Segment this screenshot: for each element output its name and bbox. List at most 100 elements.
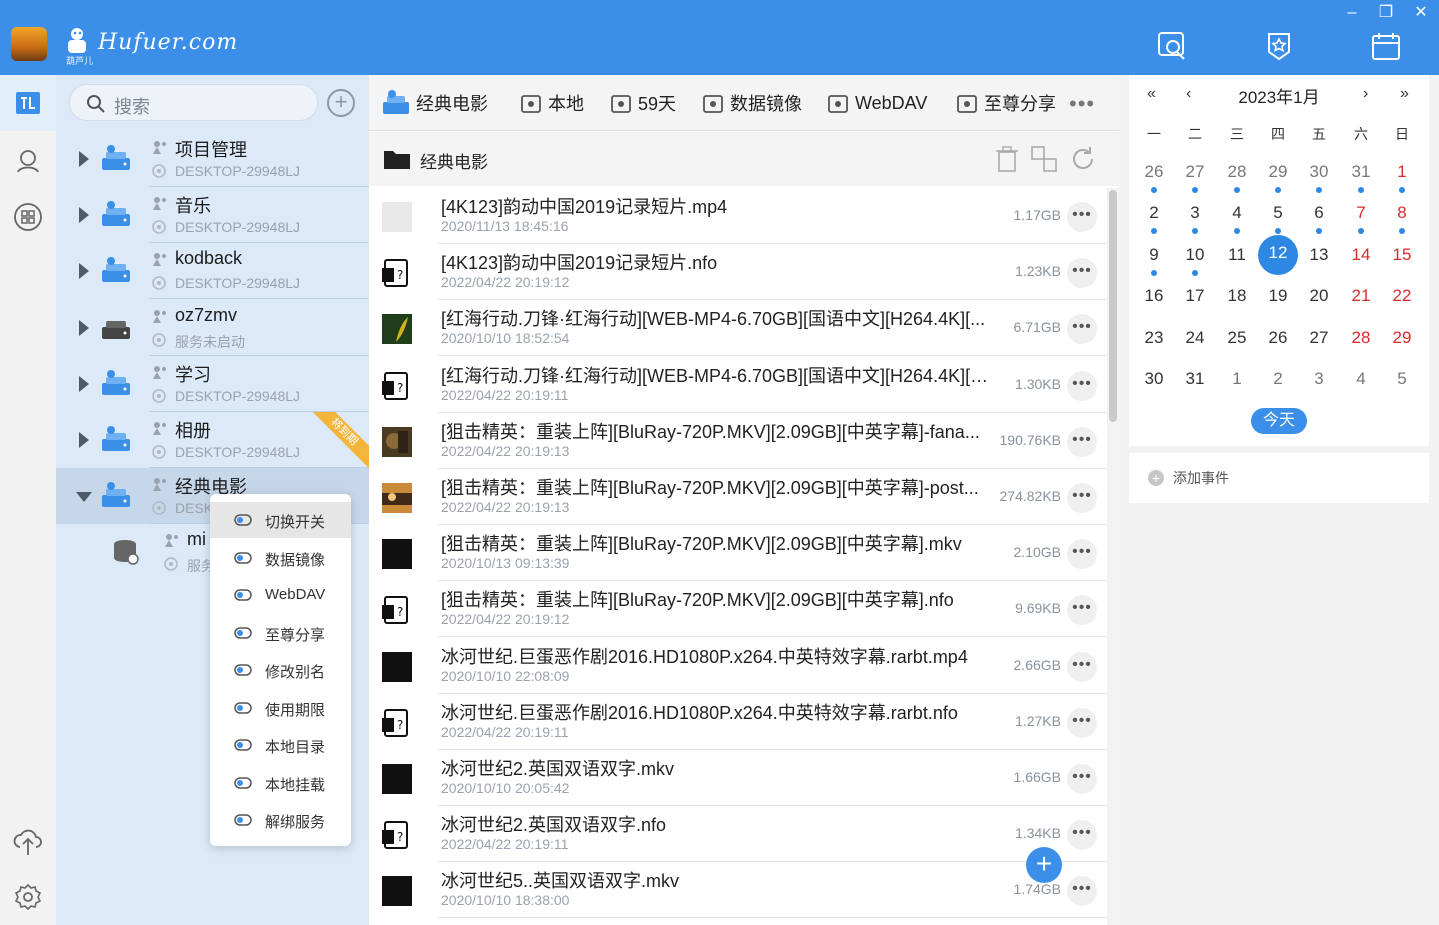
calendar-day[interactable]: 3 <box>1301 364 1337 400</box>
file-more-button[interactable]: ••• <box>1067 651 1097 682</box>
file-more-button[interactable]: ••• <box>1067 202 1097 232</box>
tab-5[interactable]: 至尊分享 <box>956 89 1056 117</box>
file-name[interactable]: 冰河世纪.巨蛋恶作剧2016.HD1080P.x264.中英特效字幕.rarbt… <box>441 643 989 669</box>
calendar-day[interactable]: 1 <box>1219 364 1255 400</box>
calendar-day[interactable]: 5 <box>1384 364 1420 400</box>
file-row[interactable]: [狙击精英：重装上阵][BluRay-720P.MKV][2.09GB][中英字… <box>369 525 1117 582</box>
calendar-day-number[interactable]: 1 <box>1232 369 1241 388</box>
add-device-button[interactable]: + <box>327 89 355 117</box>
file-row[interactable]: ? [狙击精英：重装上阵][BluRay-720P.MKV][2.09GB][中英… <box>369 581 1117 638</box>
calendar-day[interactable]: 10 <box>1177 240 1213 276</box>
expand-arrow-icon[interactable] <box>79 432 89 448</box>
calendar-day-number[interactable]: 1 <box>1397 162 1406 181</box>
file-name[interactable]: [红海行动.刀锋·红海行动][WEB-MP4-6.70GB][国语中文][H26… <box>441 305 989 331</box>
calendar-day[interactable]: 5 <box>1260 198 1296 235</box>
calendar-day-number[interactable]: 5 <box>1273 203 1282 222</box>
calendar-day-number[interactable]: 3 <box>1314 369 1323 388</box>
expand-arrow-icon[interactable] <box>79 376 89 392</box>
calendar-day-number[interactable]: 13 <box>1310 245 1329 264</box>
calendar-day[interactable]: 9 <box>1136 240 1172 276</box>
file-name[interactable]: [4K123]韵动中国2019记录短片.nfo <box>441 249 989 275</box>
calendar-day-number[interactable]: 9 <box>1149 245 1158 264</box>
calendar-icon[interactable] <box>1370 30 1402 62</box>
file-row[interactable]: ? 冰河世纪2.英国双语双字.nfo 2022/04/22 20:19:11 1.34… <box>369 806 1117 863</box>
calendar-day[interactable]: 29 <box>1260 157 1296 193</box>
calendar-day-number[interactable]: 26 <box>1145 162 1164 181</box>
calendar-day-number[interactable]: 16 <box>1145 286 1164 305</box>
expand-arrow-icon[interactable] <box>79 151 89 167</box>
calendar-day-number[interactable]: 6 <box>1314 203 1323 222</box>
calendar-day-number[interactable]: 27 <box>1310 328 1329 347</box>
calendar-day[interactable]: 25 <box>1219 323 1255 359</box>
file-row[interactable]: [红海行动.刀锋·红海行动][WEB-MP4-6.70GB][国语中文][H26… <box>369 300 1117 357</box>
calendar-day-number[interactable]: 5 <box>1397 369 1406 388</box>
calendar-day-number[interactable]: 31 <box>1352 162 1371 181</box>
file-name[interactable]: 冰河世纪2.英国双语双字.mkv <box>441 755 989 781</box>
file-row[interactable]: ? 冰河世纪.巨蛋恶作剧2016.HD1080P.x264.中英特效字幕.rarb… <box>369 694 1117 750</box>
calendar-day[interactable]: 27 <box>1301 323 1337 359</box>
calendar-day-number[interactable]: 4 <box>1356 369 1365 388</box>
calendar-day[interactable]: 13 <box>1301 240 1337 276</box>
nav-settings[interactable] <box>0 869 56 925</box>
calendar-day-number[interactable]: 2 <box>1149 203 1158 222</box>
file-more-button[interactable]: ••• <box>1067 707 1097 738</box>
expand-arrow-icon[interactable] <box>79 320 89 336</box>
calendar-day[interactable]: 30 <box>1301 157 1337 193</box>
calendar-day[interactable]: 30 <box>1136 364 1172 400</box>
tab-label[interactable]: 至尊分享 <box>984 90 1056 116</box>
calendar-day[interactable]: 2 <box>1260 364 1296 400</box>
tree-node[interactable]: 项目管理 DESKTOP-29948LJ <box>56 131 369 187</box>
calendar-day[interactable]: 19 <box>1260 281 1296 317</box>
calendar-day[interactable]: 1 <box>1384 157 1420 193</box>
context-menu-item[interactable]: 本地目录 <box>210 727 351 763</box>
file-more-button[interactable]: ••• <box>1067 314 1097 345</box>
tree-node[interactable]: 相册 DESKTOP-29948LJ 将到期 <box>56 412 369 468</box>
file-name[interactable]: 冰河世纪5..英国双语双字.mkv <box>441 867 989 893</box>
tab-label[interactable]: 59天 <box>638 90 676 116</box>
nav-upload[interactable] <box>0 813 56 869</box>
calendar-day[interactable]: 20 <box>1301 281 1337 317</box>
file-row[interactable]: 冰河世纪.巨蛋恶作剧2016.HD1080P.x264.中英特效字幕.rarbt… <box>369 638 1117 694</box>
calendar-day-number[interactable]: 7 <box>1356 203 1365 222</box>
calendar-day[interactable]: 28 <box>1219 157 1255 193</box>
file-more-button[interactable]: ••• <box>1067 595 1097 626</box>
tree-node[interactable]: 学习 DESKTOP-29948LJ <box>56 356 369 412</box>
recycle-bin-icon[interactable] <box>994 145 1020 173</box>
calendar-day[interactable]: 26 <box>1260 323 1296 359</box>
tab-label[interactable]: 经典电影 <box>416 90 488 116</box>
calendar-day[interactable]: 7 <box>1343 198 1379 235</box>
calendar-day-number[interactable]: 10 <box>1186 245 1205 264</box>
file-more-button[interactable]: ••• <box>1067 539 1097 570</box>
calendar-day-number[interactable]: 26 <box>1269 328 1288 347</box>
calendar-day[interactable]: 18 <box>1219 281 1255 317</box>
tab-4[interactable]: WebDAV <box>827 89 927 117</box>
expand-arrow-icon[interactable] <box>79 207 89 223</box>
calendar-day-number[interactable]: 30 <box>1310 162 1329 181</box>
calendar-day-number[interactable]: 20 <box>1310 286 1329 305</box>
tab-label[interactable]: 本地 <box>548 90 584 116</box>
file-row[interactable]: [狙击精英：重装上阵][BluRay-720P.MKV][2.09GB][中英字… <box>369 469 1117 525</box>
calendar-day[interactable]: 26 <box>1136 157 1172 193</box>
calendar-day[interactable]: 28 <box>1343 323 1379 359</box>
file-name[interactable]: [红海行动.刀锋·红海行动][WEB-MP4-6.70GB][国语中文][H26… <box>441 362 989 388</box>
calendar-day[interactable]: 17 <box>1177 281 1213 317</box>
calendar-day[interactable]: 23 <box>1136 323 1172 359</box>
calendar-day[interactable]: 22 <box>1384 281 1420 317</box>
calendar-day-number[interactable]: 30 <box>1145 369 1164 388</box>
file-more-button[interactable]: ••• <box>1067 426 1097 457</box>
next-year-button[interactable]: » <box>1400 85 1409 103</box>
file-list-scrollbar[interactable] <box>1107 188 1119 925</box>
calendar-day-number[interactable]: 19 <box>1269 286 1288 305</box>
context-menu-item[interactable]: 至尊分享 <box>210 615 351 651</box>
calendar-day-number[interactable]: 14 <box>1352 245 1371 264</box>
file-row[interactable]: 冰河世纪2.英国双语双字.mkv 2020/10/10 20:05:42 1.66G… <box>369 750 1117 806</box>
calendar-day[interactable]: 11 <box>1219 240 1255 276</box>
add-event-icon[interactable]: + <box>1148 470 1164 486</box>
calendar-day[interactable]: 27 <box>1177 157 1213 193</box>
tree-node[interactable]: kodback DESKTOP-29948LJ <box>56 243 369 299</box>
calendar-day-today[interactable]: 12 <box>1258 234 1298 275</box>
restore-button[interactable]: ❐ <box>1377 4 1395 22</box>
tab-label[interactable]: 数据镜像 <box>730 90 802 116</box>
minimize-button[interactable]: – <box>1343 4 1361 22</box>
calendar-day-number[interactable]: 29 <box>1269 162 1288 181</box>
